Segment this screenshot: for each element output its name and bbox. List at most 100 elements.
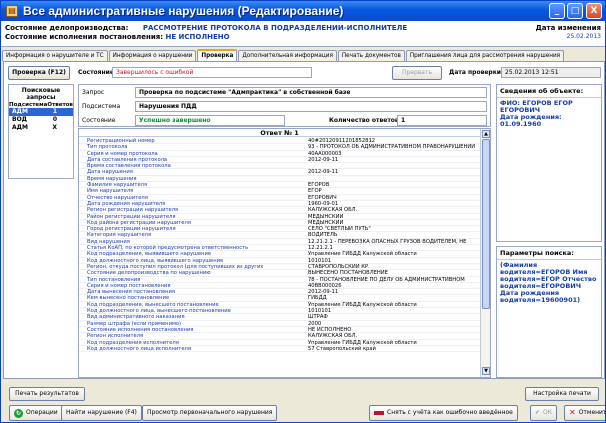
query-state-label: Состояние: [82, 117, 116, 124]
list-item[interactable]: АДМ X: [9, 124, 73, 132]
check-button[interactable]: Проверка (F12): [8, 66, 70, 80]
search-params-text: (Фамилия водителя=ЕГОРОВ Имя водителя=ЕГ…: [500, 261, 597, 304]
search-params-title: Параметры поиска:: [497, 247, 601, 260]
field-value: 2012-09-11: [308, 289, 339, 295]
answer-grid[interactable]: Ответ № 1 Регистрационный номер 40#201209…: [78, 128, 491, 378]
tab-strip: Информация о нарушителе и ТС Информация …: [1, 49, 605, 61]
list-item[interactable]: АДМ 1: [9, 108, 73, 116]
maximize-button[interactable]: □: [567, 3, 583, 19]
interrupt-button[interactable]: Прервать: [392, 66, 442, 80]
query-subsystem: АДМ: [12, 108, 28, 115]
subsystem-value: Нарушения ПДД: [135, 101, 487, 112]
field-name: Код подразделения исполнителя: [87, 339, 179, 345]
request-row: Запрос Проверка по подсистеме "Адмпракти…: [79, 86, 490, 100]
field-name: Дата рождения нарушителя: [87, 200, 166, 207]
field-name: Регион исполнителя: [87, 333, 144, 339]
field-value: МЕДЫНСКИЙ: [308, 219, 344, 226]
minus-icon: [374, 411, 384, 415]
field-name: Код подразделения, выявившего нарушение: [87, 251, 212, 257]
table-row[interactable]: Код должностного лица исполнителя 57 Став…: [79, 345, 482, 353]
field-name: Размер штрафа (если применимо): [87, 320, 182, 326]
tab-violator-info[interactable]: Информация о нарушителе и ТС: [2, 50, 108, 61]
field-value: КАЛУЖСКАЯ ОБЛ.: [308, 207, 358, 213]
field-name: Состояние делопроизводства по нарушению: [87, 270, 211, 276]
remove-registration-button[interactable]: Снять с учёта как ошибочно введённое: [369, 405, 518, 421]
field-name: Состояние исполнения постановления: [87, 326, 194, 333]
check-state-label: Состояние: [78, 69, 114, 76]
field-value: 12.21.2.1 - ПЕРЕВОЗКА ОПАСНЫХ ГРУЗОВ ВОД…: [308, 238, 467, 245]
scroll-up-icon[interactable]: ▲: [482, 130, 490, 138]
field-value: 1010101: [308, 308, 332, 314]
field-value: НЕ ИСПОЛНЕНО: [308, 326, 352, 333]
answer-scrollbar[interactable]: ▲ ▼: [480, 129, 490, 377]
case-status-label: Состояние делопроизводства:: [5, 24, 129, 32]
field-value: Управление ГИБДД Калужской области: [308, 301, 417, 308]
execution-status-value: НЕ ИСПОЛНЕНО: [165, 33, 230, 41]
field-name: Регистрационный номер: [87, 138, 155, 144]
field-name: Дата нарушения: [87, 169, 133, 175]
field-name: Вид административного наказания: [87, 314, 185, 320]
answers-count-value: 1: [397, 115, 487, 126]
object-info-panel: Сведения об объекте: ФИО: ЕГОРОВ ЕГОР ЕГ…: [496, 84, 602, 242]
scroll-down-icon[interactable]: ▼: [482, 367, 490, 375]
field-name: Дата вынесения постановления: [87, 289, 176, 295]
field-value: 78 - ПОСТАНОВЛЕНИЕ ПО ДЕЛУ ОБ АДМИНИСТРА…: [308, 276, 465, 282]
scroll-thumb[interactable]: [482, 139, 490, 309]
field-name: Статья КоАП, по которой предусмотрена от…: [87, 245, 249, 251]
answers-count-label: Количество ответов: [329, 117, 399, 124]
object-info-text: ФИО: ЕГОРОВ ЕГОР ЕГОРОВИЧ Дата рождения:…: [497, 98, 601, 130]
close-button[interactable]: X: [586, 3, 602, 19]
search-params-panel: Параметры поиска: (Фамилия водителя=ЕГОР…: [496, 246, 602, 378]
check-state-value: Завершилось с ошибкой: [112, 67, 312, 78]
tab-additional-info[interactable]: Дополнительная информация: [238, 50, 337, 61]
field-name: Вид нарушения: [87, 238, 130, 245]
field-name: Время составления протокола: [87, 163, 171, 169]
tab-check[interactable]: Проверка: [197, 49, 238, 61]
query-count: 1: [52, 108, 57, 115]
status-header: Состояние делопроизводства: РАССМОТРЕНИЕ…: [1, 21, 605, 47]
field-name: Район регистрации нарушителя: [87, 213, 176, 219]
request-value: Проверка по подсистеме "Адмпрактика" в с…: [135, 87, 487, 98]
find-violation-button[interactable]: Найти нарушение (F4): [61, 405, 142, 421]
field-value: 1010101: [308, 257, 332, 263]
print-settings-button[interactable]: Настройка печати: [525, 387, 599, 401]
execution-status-label: Состояние исполнения постановления:: [5, 33, 164, 41]
field-value: МЕДЫНСКИЙ: [308, 213, 344, 219]
field-name: Время нарушения: [87, 175, 137, 182]
field-value: 2012-09-11: [308, 156, 339, 163]
field-name: Отчество нарушителя: [87, 194, 148, 200]
field-name: Код подразделения, вынесшего постановлен…: [87, 301, 219, 308]
print-results-button[interactable]: Печать результатов: [9, 387, 85, 401]
check-panel: Проверка (F12) Состояние Завершилось с о…: [3, 61, 605, 379]
field-value: Управление ГИБДД Калужской области: [308, 339, 417, 345]
query-count: 0: [52, 116, 57, 123]
tab-invitations[interactable]: Приглашения лица для рассмотрения наруше…: [405, 50, 565, 61]
remove-registration-label: Снять с учёта как ошибочно введённое: [387, 409, 513, 416]
field-name: Код должностного лица исполнителя: [87, 345, 191, 352]
field-name: Серия и номер постановления: [87, 282, 171, 289]
tab-violation-info[interactable]: Информация о нарушении: [108, 50, 197, 61]
operations-button[interactable]: ↻ Операции: [9, 405, 63, 421]
view-primary-button[interactable]: Просмотр первоначального нарушения: [142, 405, 278, 421]
cancel-label: Отменить: [578, 409, 605, 416]
change-date-label: Дата изменения: [535, 24, 601, 32]
query-count: X: [52, 124, 57, 131]
minimize-button[interactable]: _: [549, 3, 565, 19]
field-name: Код должностного лица, выявившего наруше…: [87, 257, 224, 263]
operations-label: Операции: [26, 409, 58, 416]
answer-caption: Ответ № 1: [79, 129, 480, 137]
field-value: ЕГОРОВИЧ: [308, 194, 337, 200]
field-value: 40АА000003: [308, 150, 342, 156]
ok-button[interactable]: ✔ ОК: [530, 405, 558, 421]
request-label: Запрос: [82, 89, 105, 96]
list-item[interactable]: ВОД 0: [9, 116, 73, 124]
field-value: 2000: [308, 320, 322, 326]
title-bar[interactable]: ▤ Все административные нарушения (Редакт…: [1, 1, 605, 21]
field-value: ВОДИТЕЛЬ: [308, 232, 338, 238]
queries-list: Поисковые запросы Подсистема Ответов АДМ…: [8, 84, 74, 179]
cancel-button[interactable]: ✕ Отменить: [564, 405, 605, 421]
field-value: 40ВВ000026: [308, 282, 342, 289]
object-info-title: Сведения об объекте:: [497, 85, 601, 98]
field-value: КАЛУЖСКАЯ ОБЛ.: [308, 333, 358, 339]
tab-print-documents[interactable]: Печать документов: [337, 50, 405, 61]
